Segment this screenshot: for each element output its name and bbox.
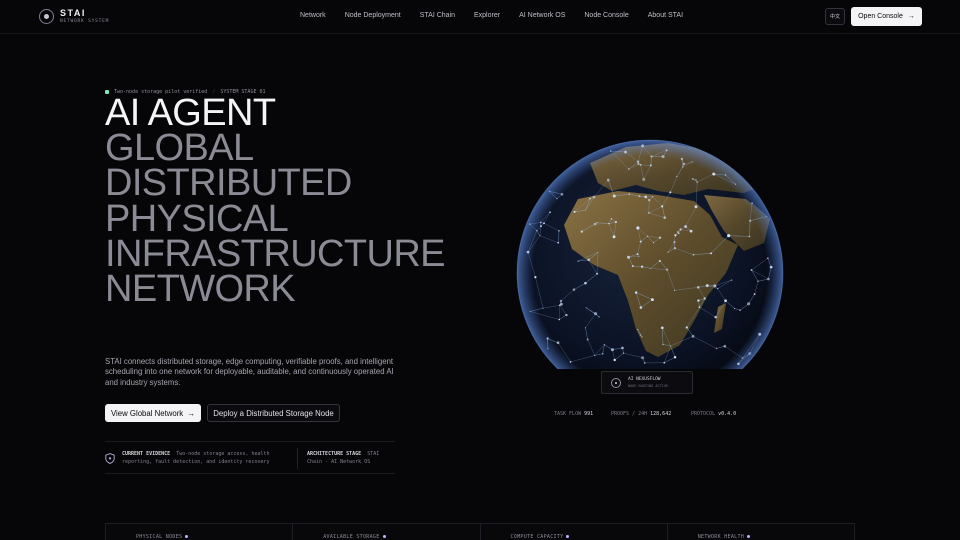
network-globe[interactable]: [508, 133, 804, 369]
current-evidence-title: CURRENT EVIDENCE: [122, 451, 171, 457]
stat-label: PHYSICAL NODES: [136, 534, 189, 540]
evidence-strip: CURRENT EVIDENCE Two-node storage access…: [105, 441, 395, 474]
stat-label-text: NETWORK HEALTH: [697, 534, 745, 540]
ai-nexusflow-card[interactable]: AI NEXUSFLOW NODE ROUTING ACTIVE: [601, 371, 693, 394]
headline-line: AI AGENT: [105, 92, 276, 134]
nexusflow-icon: [611, 378, 621, 388]
nav-item-node-deployment[interactable]: Node Deployment: [345, 12, 401, 19]
stat-compute-capacity: COMPUTE CAPACITY: [481, 524, 668, 540]
live-dot-icon: [185, 535, 189, 538]
stat-label-text: PHYSICAL NODES: [136, 534, 183, 540]
protocol-readout: PROTOCOL v0.4.0: [691, 411, 736, 417]
stat-physical-nodes: PHYSICAL NODES: [106, 524, 294, 540]
brand-name: STAI: [60, 8, 86, 18]
headline-line: DISTRIBUTED: [105, 162, 352, 205]
shield-icon: [105, 453, 115, 464]
current-evidence: CURRENT EVIDENCE Two-node storage access…: [122, 450, 292, 466]
arrow-right-icon: →: [187, 408, 196, 418]
stat-label: NETWORK HEALTH: [697, 534, 751, 540]
task-flow-label: TASK FLOW: [554, 411, 582, 417]
nexusflow-subtitle: NODE ROUTING ACTIVE: [628, 384, 669, 388]
live-dot-icon: [566, 535, 570, 538]
protocol-label: PROTOCOL: [691, 411, 716, 417]
headline-line: NETWORK: [105, 268, 296, 311]
network-stats-bar: PHYSICAL NODES AVAILABLE STORAGE COMPUTE…: [105, 523, 855, 540]
architecture-stage: ARCHITECTURE STAGE STAI Chain · AI Netwo…: [307, 450, 392, 466]
stat-label-text: COMPUTE CAPACITY: [510, 534, 564, 540]
nav-item-stai-chain[interactable]: STAI Chain: [420, 12, 455, 19]
nav-item-ai-network-os[interactable]: AI Network OS: [519, 12, 565, 19]
brand-tagline: NETWORK SYSTEM: [60, 19, 110, 24]
open-console-button[interactable]: Open Console →: [851, 7, 922, 26]
divider: [297, 448, 298, 469]
proofs-label: PROOFS / 24H: [611, 411, 648, 417]
live-dot-icon: [382, 535, 386, 538]
top-navigation-bar: STAI NETWORK SYSTEM Network Node Deploym…: [0, 0, 960, 34]
view-global-network-button[interactable]: View Global Network →: [105, 404, 201, 422]
architecture-stage-title: ARCHITECTURE STAGE: [307, 451, 362, 457]
globe-atmosphere: [517, 140, 783, 369]
deploy-storage-node-button[interactable]: Deploy a Distributed Storage Node: [207, 404, 340, 422]
globe-visualization: [516, 139, 784, 369]
stat-label-text: AVAILABLE STORAGE: [323, 534, 380, 540]
stat-network-health: NETWORK HEALTH: [668, 524, 854, 540]
nav-item-about[interactable]: About STAI: [648, 12, 683, 19]
task-flow-readout: TASK FLOW 991: [554, 411, 593, 417]
stat-available-storage: AVAILABLE STORAGE: [293, 524, 481, 540]
task-flow-value: 991: [584, 411, 594, 417]
main-nav: Network Node Deployment STAI Chain Explo…: [300, 12, 702, 19]
stat-label: AVAILABLE STORAGE: [323, 534, 386, 540]
stat-label: COMPUTE CAPACITY: [511, 534, 570, 540]
nav-item-network[interactable]: Network: [300, 12, 326, 19]
live-dot-icon: [747, 535, 751, 538]
headline-line: PHYSICAL: [105, 197, 289, 240]
primary-cta-label: View Global Network: [110, 408, 184, 418]
open-console-label: Open Console: [858, 13, 903, 20]
proofs-value: 128,642: [650, 411, 672, 417]
nav-item-node-console[interactable]: Node Console: [584, 12, 628, 19]
headline-line: GLOBAL: [105, 127, 254, 170]
language-toggle-button[interactable]: 中文: [825, 8, 845, 25]
brand-logo[interactable]: STAI NETWORK SYSTEM: [39, 9, 109, 25]
proofs-readout: PROOFS / 24H 128,642: [611, 411, 671, 417]
brand-text: STAI NETWORK SYSTEM: [60, 9, 109, 25]
headline-line: INFRASTRUCTURE: [105, 232, 446, 275]
hero-headline: AI AGENT GLOBAL DISTRIBUTED PHYSICAL INF…: [105, 92, 446, 311]
protocol-value: v0.4.0: [718, 411, 737, 417]
arrow-right-icon: →: [907, 13, 915, 20]
nav-item-explorer[interactable]: Explorer: [474, 12, 500, 19]
hero-description: STAI connects distributed storage, edge …: [105, 357, 394, 387]
nexusflow-title: AI NEXUSFLOW: [628, 377, 661, 382]
stai-logo-icon: [39, 9, 54, 25]
